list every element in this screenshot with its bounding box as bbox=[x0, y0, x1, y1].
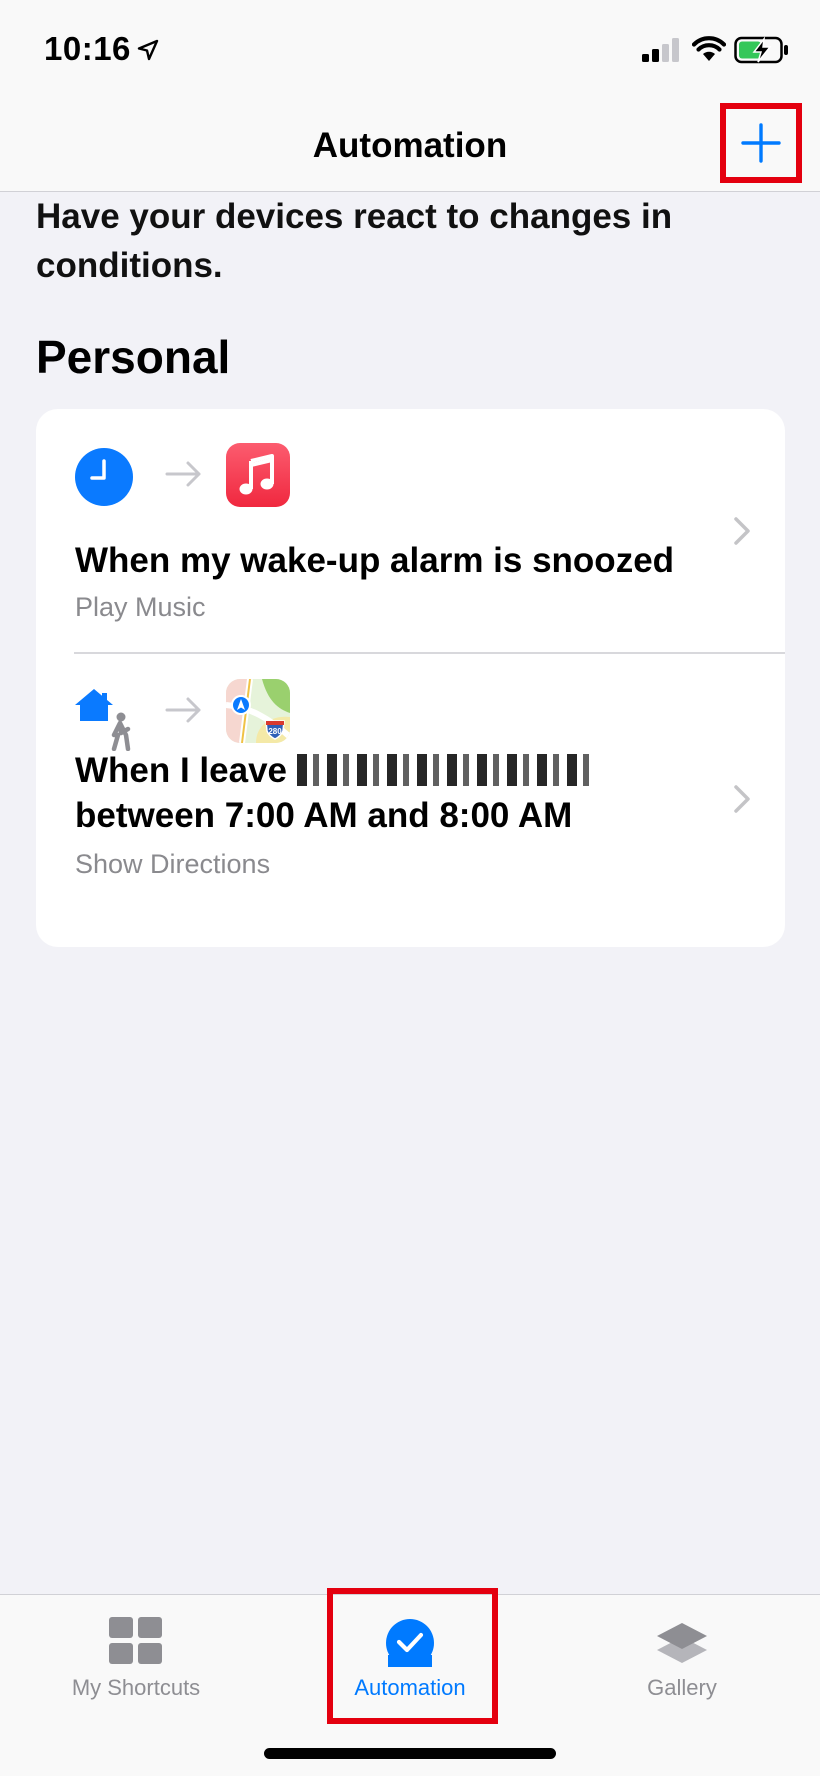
check-circle-icon bbox=[386, 1619, 434, 1667]
maps-app-icon: 280 bbox=[226, 679, 290, 743]
music-app-icon bbox=[226, 443, 290, 507]
automation-row-leave-home[interactable]: 280 When I leave between 7:00 AM and 8:0… bbox=[36, 653, 785, 947]
home-leave-icon bbox=[75, 689, 131, 751]
redacted-location bbox=[296, 754, 597, 786]
battery-icon bbox=[734, 36, 788, 64]
automation-title: When I leave bbox=[75, 747, 597, 795]
tab-automation[interactable]: Automation bbox=[310, 1595, 510, 1715]
automations-list: When my wake-up alarm is snoozed Play Mu… bbox=[36, 409, 785, 947]
automation-subtitle: Show Directions bbox=[75, 849, 271, 879]
grid-icon bbox=[109, 1617, 162, 1664]
home-indicator bbox=[264, 1748, 556, 1759]
clock-icon bbox=[75, 448, 133, 506]
chevron-right-icon bbox=[734, 785, 750, 813]
wifi-icon bbox=[692, 36, 726, 61]
map-route-badge: 280 bbox=[268, 727, 282, 736]
status-bar: 10:16 bbox=[0, 0, 820, 100]
section-heading: Personal bbox=[36, 331, 231, 383]
automation-title-prefix: When I leave bbox=[75, 751, 288, 790]
chevron-right-icon bbox=[734, 517, 750, 545]
automation-title: When my wake-up alarm is snoozed bbox=[75, 541, 675, 580]
layers-icon bbox=[657, 1623, 707, 1663]
tab-my-shortcuts[interactable]: My Shortcuts bbox=[36, 1595, 236, 1715]
automation-subtitle: Play Music bbox=[75, 592, 206, 622]
cellular-signal-icon bbox=[642, 38, 679, 62]
tab-gallery[interactable]: Gallery bbox=[582, 1595, 782, 1715]
tab-label: Automation bbox=[354, 1675, 466, 1700]
plus-icon bbox=[741, 123, 781, 163]
add-automation-button[interactable] bbox=[720, 103, 802, 183]
tab-label: Gallery bbox=[647, 1675, 717, 1700]
page-title: Automation bbox=[312, 126, 508, 165]
automation-title-time: between 7:00 AM and 8:00 AM bbox=[75, 796, 573, 835]
status-time: 10:16 bbox=[44, 30, 131, 67]
tab-label: My Shortcuts bbox=[71, 1675, 201, 1700]
arrow-right-icon bbox=[165, 697, 201, 723]
page-description: Have your devices react to changes in co… bbox=[36, 197, 673, 285]
automation-row-alarm-snoozed[interactable]: When my wake-up alarm is snoozed Play Mu… bbox=[36, 409, 785, 653]
location-arrow-icon bbox=[137, 39, 159, 61]
navigation-bar: Automation bbox=[0, 100, 820, 192]
arrow-right-icon bbox=[165, 461, 201, 487]
